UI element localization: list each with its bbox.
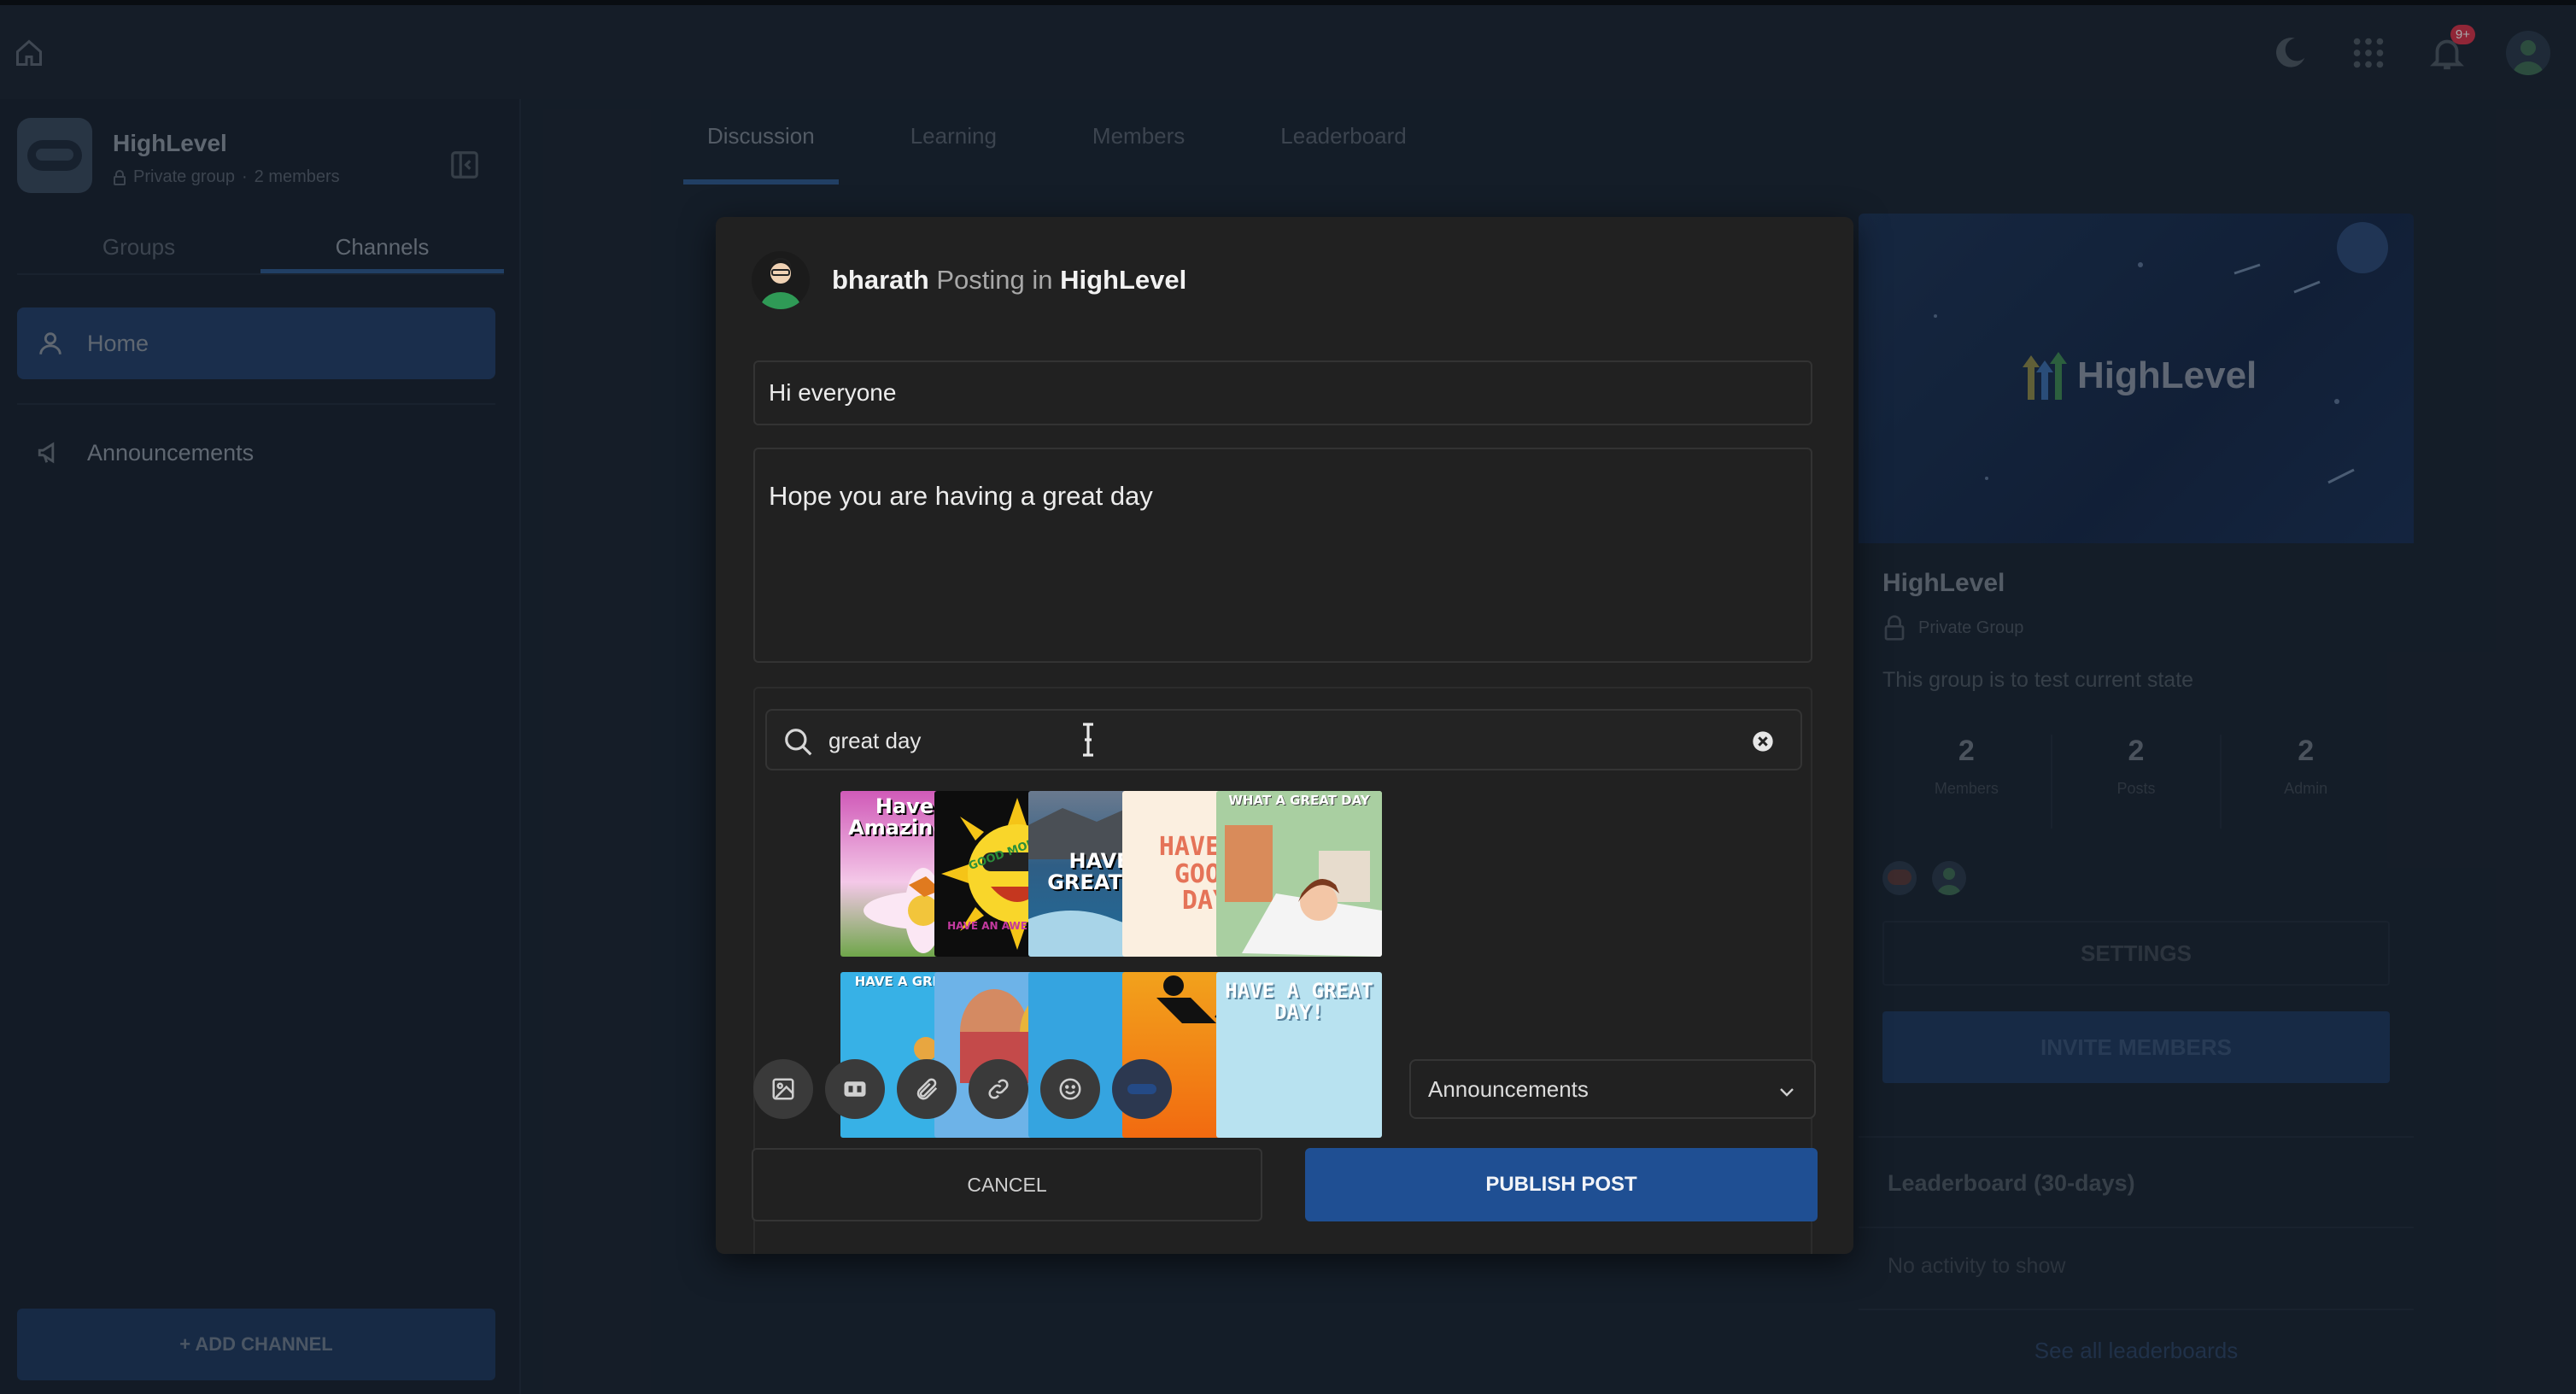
add-gif-button[interactable] bbox=[825, 1059, 885, 1119]
link-icon bbox=[988, 1079, 1009, 1099]
target-group: HighLevel bbox=[1060, 265, 1187, 295]
author-name: bharath bbox=[832, 265, 929, 295]
gif-search-input[interactable] bbox=[828, 721, 1597, 760]
create-post-modal: bharath Posting in HighLevel Hope you ar… bbox=[716, 217, 1853, 1254]
add-image-button[interactable] bbox=[753, 1059, 813, 1119]
bedroom-illustration bbox=[1216, 791, 1382, 957]
add-video-button[interactable] bbox=[1112, 1059, 1172, 1119]
publish-post-button[interactable]: PUBLISH POST bbox=[1305, 1148, 1818, 1221]
gif-result[interactable]: HAVE A GREAT DAY! bbox=[1216, 972, 1382, 1138]
image-icon bbox=[772, 1078, 794, 1100]
gif-result[interactable]: WHAT A GREAT DAY bbox=[1216, 791, 1382, 957]
channel-select-value: Announcements bbox=[1428, 1075, 1589, 1102]
add-link-button[interactable] bbox=[969, 1059, 1028, 1119]
gif-results: Have An Amazing Day GOOD MORNING HAVE AN… bbox=[755, 791, 1811, 1138]
cancel-button[interactable]: CANCEL bbox=[752, 1148, 1262, 1221]
attach-file-button[interactable] bbox=[897, 1059, 957, 1119]
emoji-icon bbox=[1059, 1078, 1081, 1100]
add-emoji-button[interactable] bbox=[1040, 1059, 1100, 1119]
author-avatar bbox=[752, 251, 810, 309]
posting-context: bharath Posting in HighLevel bbox=[832, 265, 1186, 296]
video-icon bbox=[1127, 1084, 1156, 1094]
gif-caption: HAVE A GREAT DAY! bbox=[1225, 979, 1373, 1025]
gif-icon bbox=[844, 1081, 866, 1097]
gif-caption: WHAT A GREAT DAY bbox=[1228, 793, 1370, 808]
search-icon bbox=[785, 729, 812, 756]
posting-in-label: Posting in bbox=[936, 265, 1053, 295]
post-title-input[interactable] bbox=[753, 360, 1812, 425]
channel-select[interactable]: Announcements bbox=[1409, 1059, 1816, 1119]
post-body-input[interactable]: Hope you are having a great day bbox=[753, 448, 1812, 663]
gif-search-box bbox=[765, 709, 1802, 770]
post-toolbar bbox=[753, 1059, 1172, 1119]
clear-search-icon[interactable] bbox=[1751, 729, 1775, 753]
post-author: bharath Posting in HighLevel bbox=[752, 251, 1186, 309]
text-cursor-icon bbox=[1083, 723, 1093, 757]
chevron-down-icon bbox=[1780, 1088, 1794, 1097]
attachment-icon bbox=[916, 1078, 938, 1100]
